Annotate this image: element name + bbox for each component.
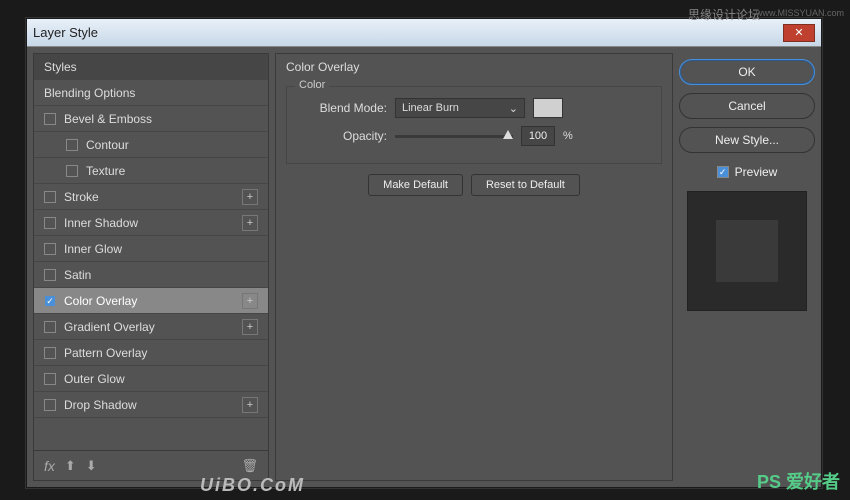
close-button[interactable]: ✕ xyxy=(783,24,815,42)
style-label: Gradient Overlay xyxy=(64,320,155,334)
preview-swatch xyxy=(716,220,778,282)
blending-options-label: Blending Options xyxy=(44,86,135,100)
watermark-forum: 思缘设计论坛 xyxy=(688,6,760,23)
opacity-input[interactable] xyxy=(521,126,555,146)
style-label: Contour xyxy=(86,138,129,152)
preview-checkbox[interactable] xyxy=(717,166,729,178)
settings-panel: Color Overlay Color Blend Mode: Linear B… xyxy=(275,53,673,481)
arrow-down-icon[interactable]: ⬇ xyxy=(86,458,97,474)
style-label: Texture xyxy=(86,164,125,178)
style-checkbox[interactable] xyxy=(44,217,56,229)
arrow-up-icon[interactable]: ⬆ xyxy=(65,458,76,474)
blending-options-row[interactable]: Blending Options xyxy=(34,80,268,106)
percent-label: % xyxy=(563,130,573,142)
chevron-down-icon: ⌄ xyxy=(509,102,518,115)
style-row-drop-shadow[interactable]: Drop Shadow + xyxy=(34,392,268,418)
dialog-title: Layer Style xyxy=(33,25,783,40)
preview-label: Preview xyxy=(735,165,778,179)
style-label: Bevel & Emboss xyxy=(64,112,152,126)
styles-list-panel: Styles Blending Options Bevel & Emboss Co… xyxy=(33,53,269,481)
cancel-button[interactable]: Cancel xyxy=(679,93,815,119)
fx-icon[interactable]: fx xyxy=(44,458,55,474)
style-row-texture[interactable]: Texture xyxy=(34,158,268,184)
style-checkbox[interactable] xyxy=(44,321,56,333)
style-checkbox[interactable] xyxy=(44,269,56,281)
style-label: Stroke xyxy=(64,190,99,204)
style-checkbox[interactable] xyxy=(66,139,78,151)
color-fieldset: Color Blend Mode: Linear Burn ⌄ Opacity: xyxy=(286,86,662,164)
style-checkbox[interactable] xyxy=(44,373,56,385)
make-default-button[interactable]: Make Default xyxy=(368,174,463,196)
trash-icon[interactable]: 🗑 xyxy=(241,458,258,474)
style-label: Pattern Overlay xyxy=(64,346,147,360)
style-checkbox[interactable] xyxy=(66,165,78,177)
watermark-url: www.MISSYUAN.com xyxy=(756,8,844,18)
blend-mode-select[interactable]: Linear Burn ⌄ xyxy=(395,98,525,118)
style-row-inner-shadow[interactable]: Inner Shadow + xyxy=(34,210,268,236)
add-effect-icon[interactable]: + xyxy=(242,397,258,413)
style-row-outer-glow[interactable]: Outer Glow xyxy=(34,366,268,392)
style-label: Satin xyxy=(64,268,91,282)
style-row-stroke[interactable]: Stroke + xyxy=(34,184,268,210)
color-swatch[interactable] xyxy=(533,98,563,118)
add-effect-icon[interactable]: + xyxy=(242,319,258,335)
action-panel: OK Cancel New Style... Preview xyxy=(679,53,815,481)
style-label: Outer Glow xyxy=(64,372,125,386)
titlebar[interactable]: Layer Style ✕ xyxy=(27,19,821,47)
styles-header[interactable]: Styles xyxy=(34,54,268,80)
style-label: Inner Shadow xyxy=(64,216,138,230)
new-style-button[interactable]: New Style... xyxy=(679,127,815,153)
blend-mode-value: Linear Burn xyxy=(402,102,459,114)
style-checkbox[interactable] xyxy=(44,295,56,307)
style-label: Drop Shadow xyxy=(64,398,137,412)
blend-mode-label: Blend Mode: xyxy=(297,101,387,115)
style-label: Color Overlay xyxy=(64,294,137,308)
watermark-ps: PS 爱好者 xyxy=(757,468,840,494)
watermark-uibo: UiBO.CoM xyxy=(200,475,305,496)
layer-style-dialog: Layer Style ✕ Styles Blending Options Be… xyxy=(26,18,822,488)
add-effect-icon[interactable]: + xyxy=(242,293,258,309)
preview-box xyxy=(687,191,807,311)
style-row-bevel-emboss[interactable]: Bevel & Emboss xyxy=(34,106,268,132)
style-row-color-overlay[interactable]: Color Overlay + xyxy=(34,288,268,314)
style-label: Inner Glow xyxy=(64,242,122,256)
reset-default-button[interactable]: Reset to Default xyxy=(471,174,580,196)
style-checkbox[interactable] xyxy=(44,113,56,125)
fieldset-label: Color xyxy=(295,79,329,91)
panel-title: Color Overlay xyxy=(286,60,662,74)
style-checkbox[interactable] xyxy=(44,191,56,203)
style-row-pattern-overlay[interactable]: Pattern Overlay xyxy=(34,340,268,366)
opacity-label: Opacity: xyxy=(297,129,387,143)
style-checkbox[interactable] xyxy=(44,347,56,359)
style-row-contour[interactable]: Contour xyxy=(34,132,268,158)
style-checkbox[interactable] xyxy=(44,399,56,411)
add-effect-icon[interactable]: + xyxy=(242,189,258,205)
slider-thumb-icon[interactable] xyxy=(503,130,513,139)
style-row-satin[interactable]: Satin xyxy=(34,262,268,288)
style-checkbox[interactable] xyxy=(44,243,56,255)
style-row-gradient-overlay[interactable]: Gradient Overlay + xyxy=(34,314,268,340)
opacity-slider[interactable] xyxy=(395,135,513,138)
style-row-inner-glow[interactable]: Inner Glow xyxy=(34,236,268,262)
ok-button[interactable]: OK xyxy=(679,59,815,85)
add-effect-icon[interactable]: + xyxy=(242,215,258,231)
